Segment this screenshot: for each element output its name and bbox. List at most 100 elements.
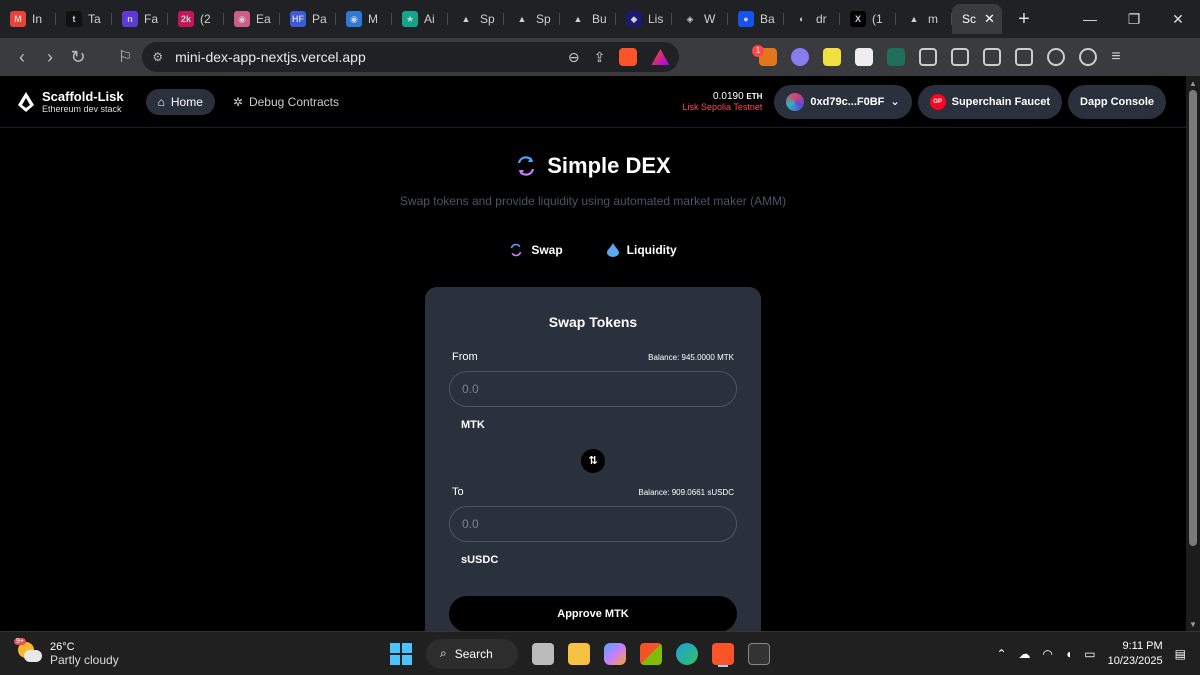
tab-label: In — [32, 12, 43, 26]
nav-home-label: Home — [170, 94, 203, 109]
notifications-icon[interactable]: ▤ — [1175, 647, 1186, 661]
start-icon[interactable] — [390, 642, 412, 665]
nav-debug-link[interactable]: ✲ Debug Contracts — [233, 95, 339, 109]
browser-tab[interactable]: ◆ Lis — [616, 4, 672, 34]
puzzle-icon[interactable] — [919, 48, 938, 66]
weather-temp: 26°C — [50, 640, 75, 653]
browser-tab[interactable]: ▲ Bu — [560, 4, 616, 34]
tab-favicon-icon: 2k — [178, 11, 194, 27]
zoom-icon[interactable]: ⊖ — [568, 49, 580, 66]
dapp-console-button[interactable]: Dapp Console — [1068, 84, 1166, 119]
to-amount-input[interactable]: 0.0 — [449, 506, 737, 542]
page-title: Simple DEX — [0, 153, 1186, 179]
close-icon[interactable]: ✕ — [984, 11, 995, 27]
site-info-icon[interactable]: ⚙ — [152, 50, 163, 64]
play-extension-icon[interactable] — [887, 48, 906, 66]
dollar-extension-icon[interactable] — [823, 48, 842, 66]
reload-icon[interactable]: ↻ — [64, 47, 92, 68]
tab-favicon-icon: ▲ — [514, 11, 530, 27]
chevron-up-icon[interactable]: ⌃ — [996, 647, 1006, 661]
page-title-text: Simple DEX — [547, 153, 671, 178]
menu-icon[interactable]: ≡ — [1111, 48, 1129, 66]
tab-label: W — [704, 12, 716, 26]
wallet-extension-icon[interactable] — [791, 48, 810, 66]
address-bar[interactable]: ⚙ mini-dex-app-nextjs.vercel.app ⊖ ⇪ — [142, 42, 680, 72]
browser-tab[interactable]: ◈ W — [672, 4, 728, 34]
wallet-icon[interactable] — [1015, 48, 1034, 66]
browser-tab[interactable]: ◉ Ea — [224, 4, 280, 34]
url-text: mini-dex-app-nextjs.vercel.app — [175, 49, 366, 65]
task-view-icon[interactable] — [532, 642, 554, 665]
nav-home-link[interactable]: ⌂ Home — [145, 88, 215, 115]
account-button[interactable]: 0xd79c...F0BF ⌄ — [774, 84, 912, 119]
volume-icon[interactable]: ◖ — [1065, 647, 1072, 661]
droplet-icon — [606, 243, 619, 257]
tab-favicon-icon: ▲ — [570, 11, 586, 27]
onedrive-icon[interactable]: ☁ — [1019, 647, 1031, 661]
tab-label: M — [368, 12, 378, 26]
edge-icon[interactable] — [676, 642, 698, 665]
copilot-icon[interactable] — [604, 642, 626, 665]
approve-button[interactable]: Approve MTK — [449, 596, 737, 631]
tab-label: Sp — [536, 12, 551, 26]
wifi-icon[interactable]: ◠ — [1043, 647, 1053, 661]
browser-tab[interactable]: 2k (2 — [168, 4, 224, 34]
brand-logo[interactable]: Scaffold-Lisk Ethereum dev stack — [18, 89, 124, 114]
reading-list-icon[interactable] — [951, 48, 970, 66]
from-balance: Balance: 945.0000 MTK — [648, 352, 734, 362]
weather-widget[interactable]: 9+ 26°C Partly cloudy — [0, 637, 360, 667]
tab-swap[interactable]: Swap — [509, 243, 563, 257]
tab-favicon-icon: ◉ — [234, 11, 250, 27]
taskbar-search[interactable]: ⌕ Search — [426, 638, 518, 669]
browser-tab[interactable]: X (1 — [840, 4, 896, 34]
scroll-up-icon[interactable]: ▲ — [1189, 79, 1197, 88]
tab-label: Ai — [424, 12, 435, 26]
brave-shields-icon[interactable] — [619, 48, 638, 66]
back-icon[interactable]: ‹ — [8, 47, 36, 68]
sidebar-icon[interactable] — [983, 48, 1002, 66]
store-icon[interactable] — [640, 642, 662, 665]
tab-label: (1 — [872, 12, 883, 26]
browser-tab[interactable]: ◉ M — [336, 4, 392, 34]
scroll-thumb[interactable] — [1189, 90, 1197, 546]
file-explorer-icon[interactable] — [568, 642, 590, 665]
browser-toolbar: ‹ › ↻ ⚐ ⚙ mini-dex-app-nextjs.vercel.app… — [0, 38, 1200, 76]
battery-icon[interactable]: ▭ — [1084, 647, 1095, 661]
terminal-app-icon[interactable] — [748, 642, 770, 665]
minimize-icon[interactable]: — — [1068, 11, 1112, 28]
new-tab-button[interactable]: + — [1010, 8, 1038, 31]
superchain-faucet-button[interactable]: OP Superchain Faucet — [917, 84, 1063, 119]
forward-icon[interactable]: › — [36, 47, 64, 68]
extensions-bar: ≡ — [759, 48, 1129, 66]
leo-ai-icon[interactable] — [1047, 48, 1066, 66]
browser-tab[interactable]: ▲ m — [896, 4, 952, 34]
share-icon[interactable]: ⇪ — [594, 49, 606, 66]
to-balance: Balance: 909.0661 sUSDC — [638, 487, 734, 497]
browser-tab[interactable]: M In — [0, 4, 56, 34]
from-amount-input[interactable]: 0.0 — [449, 371, 737, 407]
page-subtitle: Swap tokens and provide liquidity using … — [399, 194, 787, 208]
vpn-icon[interactable] — [1079, 48, 1098, 66]
page-scrollbar[interactable]: ▲ ▼ — [1186, 76, 1200, 631]
browser-tab[interactable]: ◐ dr — [784, 4, 840, 34]
browser-tab[interactable]: ★ Ai — [392, 4, 448, 34]
brave-icon[interactable] — [712, 642, 734, 665]
extension-icon[interactable] — [855, 48, 874, 66]
brave-rewards-icon[interactable] — [651, 49, 670, 65]
browser-tab[interactable]: HF Pa — [280, 4, 336, 34]
browser-tab[interactable]: n Fa — [112, 4, 168, 34]
system-tray: ⌃ ☁ ◠ ◖ ▭ 9:11 PM 10/23/2025 ▤ — [996, 639, 1200, 669]
active-tab-label: Sc — [962, 12, 977, 26]
switch-direction-button[interactable]: ⇅ — [581, 449, 605, 473]
browser-tab[interactable]: t Ta — [56, 4, 112, 34]
restore-icon[interactable]: ❐ — [1112, 11, 1156, 28]
window-close-icon[interactable]: ✕ — [1156, 11, 1200, 28]
browser-tab[interactable]: ● Ba — [728, 4, 784, 34]
tab-liquidity[interactable]: Liquidity — [606, 243, 677, 257]
browser-tab[interactable]: ▲ Sp — [504, 4, 560, 34]
bookmark-icon[interactable]: ⚐ — [118, 47, 132, 67]
browser-tab[interactable]: ▲ Sp — [448, 4, 504, 34]
scroll-down-icon[interactable]: ▼ — [1189, 620, 1197, 629]
clock[interactable]: 9:11 PM 10/23/2025 — [1108, 639, 1163, 669]
active-tab[interactable]: Sc ✕ — [952, 4, 1002, 34]
